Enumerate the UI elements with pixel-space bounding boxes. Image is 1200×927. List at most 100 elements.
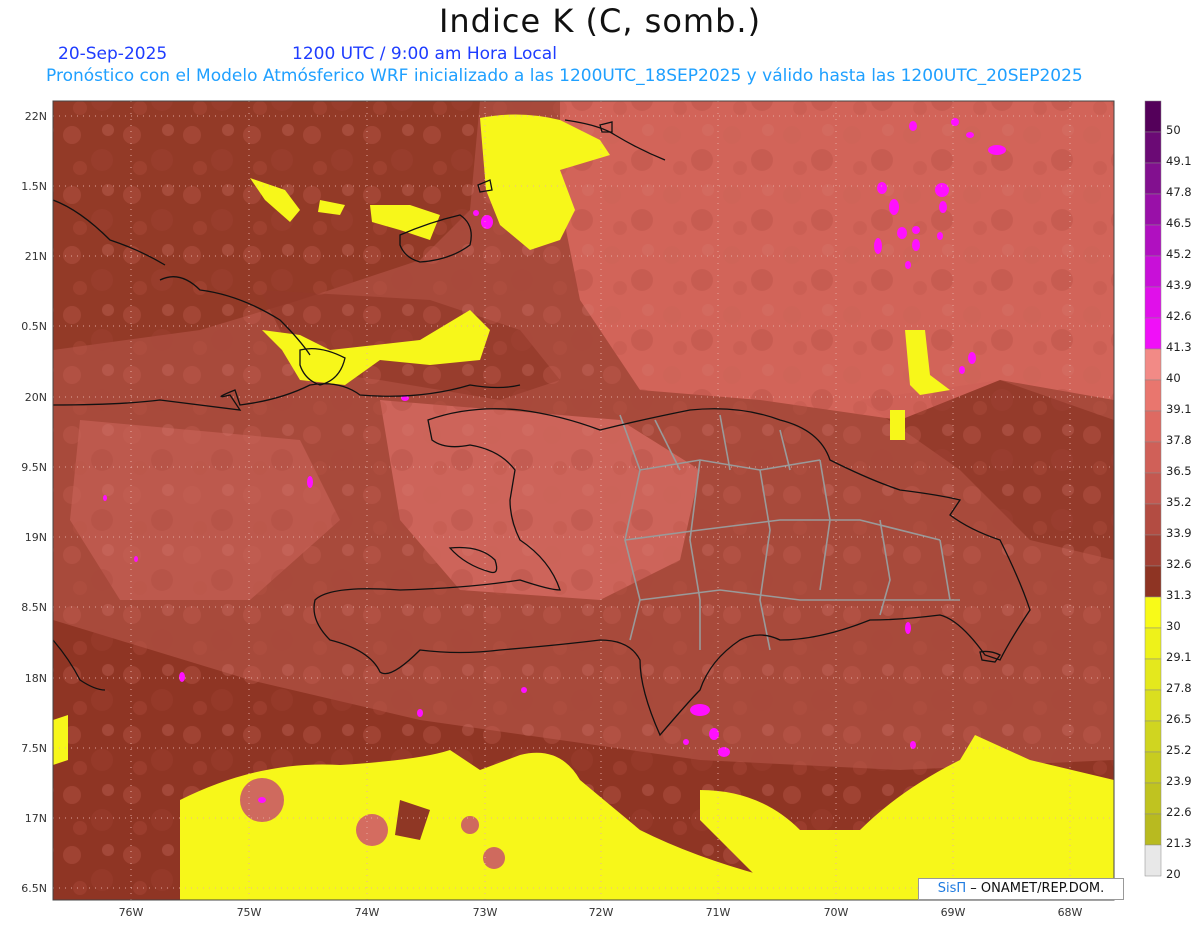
credit-box: SisΠ – ONAMET/REP.DOM. xyxy=(918,878,1124,900)
colorbar-swatch xyxy=(1144,720,1162,753)
lat-label: 18N xyxy=(25,672,47,685)
colorbar-label: 30 xyxy=(1166,619,1181,633)
colorbar-label: 32.6 xyxy=(1166,557,1192,571)
lat-label: 1.5N xyxy=(21,180,47,193)
colorbar-label: 36.5 xyxy=(1166,464,1192,478)
map-plot-area xyxy=(53,101,1114,900)
colorbar-label: 49.1 xyxy=(1166,154,1192,168)
high-k-cell xyxy=(473,210,479,216)
warm-cell-c xyxy=(461,816,479,834)
colorbar-label: 31.3 xyxy=(1166,588,1192,602)
lat-label: 21N xyxy=(25,250,47,263)
high-k-cell xyxy=(709,728,719,740)
lat-label: 7.5N xyxy=(21,742,47,755)
colorbar-label: 46.5 xyxy=(1166,216,1192,230)
colorbar-label: 29.1 xyxy=(1166,650,1192,664)
lon-label: 73W xyxy=(473,906,498,919)
colorbar-label: 35.2 xyxy=(1166,495,1192,509)
colorbar-label: 20 xyxy=(1166,867,1181,881)
colorbar-label: 39.1 xyxy=(1166,402,1192,416)
colorbar-swatch xyxy=(1144,131,1162,164)
colorbar-label: 50 xyxy=(1166,123,1181,137)
colorbar-swatch xyxy=(1144,596,1162,629)
high-k-cell xyxy=(909,121,917,131)
lon-label: 68W xyxy=(1058,906,1083,919)
credit-org: – ONAMET/REP.DOM. xyxy=(970,881,1105,896)
colorbar-label: 45.2 xyxy=(1166,247,1192,261)
latitude-axis: 22N 1.5N 21N 0.5N 20N 9.5N 19N 8.5N 18N … xyxy=(21,110,47,895)
warm-cell-b xyxy=(356,814,388,846)
lat-label: 8.5N xyxy=(21,601,47,614)
longitude-axis: 76W 75W 74W 73W 72W 71W 70W 69W 68W xyxy=(119,906,1083,919)
lon-label: 76W xyxy=(119,906,144,919)
colorbar-swatch xyxy=(1144,162,1162,195)
colorbar-label: 41.3 xyxy=(1166,340,1192,354)
high-k-cell xyxy=(937,232,943,240)
high-k-cell xyxy=(912,239,920,251)
high-k-cell xyxy=(683,739,689,745)
lat-label: 20N xyxy=(25,391,47,404)
colorbar-swatch xyxy=(1144,534,1162,567)
colorbar-label: 40 xyxy=(1166,371,1181,385)
colorbar-swatch xyxy=(1144,751,1162,784)
high-k-cell xyxy=(935,183,949,197)
high-k-cell xyxy=(690,704,710,716)
colorbar-label: 47.8 xyxy=(1166,185,1192,199)
high-k-cell xyxy=(103,495,107,501)
colorbar-label: 27.8 xyxy=(1166,681,1192,695)
low-k-patch-e xyxy=(890,410,905,440)
colorbar-swatch xyxy=(1144,844,1162,877)
lon-label: 72W xyxy=(589,906,614,919)
colorbar-labels: 50 49.1 47.8 46.5 45.2 43.9 42.6 41.3 40… xyxy=(1166,123,1192,881)
colorbar-label: 37.8 xyxy=(1166,433,1192,447)
colorbar-label: 23.9 xyxy=(1166,774,1192,788)
high-k-cell xyxy=(905,261,911,269)
lon-label: 69W xyxy=(941,906,966,919)
colorbar-swatch xyxy=(1144,410,1162,443)
k-index-map: 22N 1.5N 21N 0.5N 20N 9.5N 19N 8.5N 18N … xyxy=(21,100,1192,919)
high-k-cell xyxy=(910,741,916,749)
colorbar-label: 25.2 xyxy=(1166,743,1192,757)
lat-label: 6.5N xyxy=(21,882,47,895)
colorbar-swatch xyxy=(1144,503,1162,536)
colorbar-label: 33.9 xyxy=(1166,526,1192,540)
high-k-cell xyxy=(959,366,965,374)
colorbar-swatch xyxy=(1144,286,1162,319)
high-k-cell xyxy=(307,476,313,488)
colorbar-label: 21.3 xyxy=(1166,836,1192,850)
colorbar-swatch xyxy=(1144,193,1162,226)
lon-label: 74W xyxy=(355,906,380,919)
high-k-cell xyxy=(966,132,974,138)
high-k-cell xyxy=(939,201,947,213)
colorbar-label: 43.9 xyxy=(1166,278,1192,292)
colorbar-swatch xyxy=(1144,348,1162,381)
lat-label: 0.5N xyxy=(21,320,47,333)
colorbar-swatch xyxy=(1144,379,1162,412)
high-k-cell xyxy=(905,622,911,634)
high-k-cell xyxy=(877,182,887,194)
colorbar-swatch xyxy=(1144,100,1162,133)
high-k-cell xyxy=(874,238,882,254)
high-k-cell xyxy=(179,672,185,682)
lat-label: 19N xyxy=(25,531,47,544)
high-k-cell xyxy=(417,709,423,717)
high-k-cell xyxy=(134,556,138,562)
high-k-cell xyxy=(897,227,907,239)
colorbar-swatch xyxy=(1144,782,1162,815)
lat-label: 22N xyxy=(25,110,47,123)
colorbar-swatch xyxy=(1144,255,1162,288)
high-k-cell xyxy=(951,118,959,126)
colorbar-label: 42.6 xyxy=(1166,309,1192,323)
high-k-cell xyxy=(889,199,899,215)
lon-label: 70W xyxy=(824,906,849,919)
colorbar: 50 49.1 47.8 46.5 45.2 43.9 42.6 41.3 40… xyxy=(1144,100,1192,881)
low-k-patch-f xyxy=(53,715,68,765)
colorbar-swatch xyxy=(1144,627,1162,660)
colorbar-swatch xyxy=(1144,565,1162,598)
warm-cell-d xyxy=(483,847,505,869)
colorbar-label: 26.5 xyxy=(1166,712,1192,726)
colorbar-label: 22.6 xyxy=(1166,805,1192,819)
colorbar-swatch xyxy=(1144,658,1162,691)
high-k-cell xyxy=(968,352,976,364)
colorbar-swatch xyxy=(1144,224,1162,257)
